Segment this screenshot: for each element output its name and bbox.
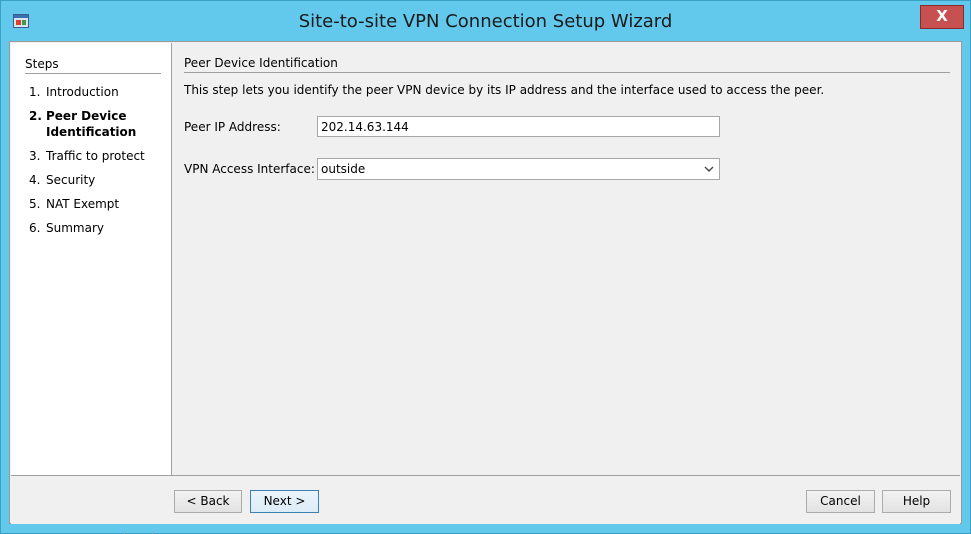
step-label: Traffic to protect xyxy=(46,149,145,163)
close-button[interactable]: X xyxy=(920,5,964,29)
vpn-interface-label: VPN Access Interface: xyxy=(184,162,315,176)
peer-ip-input[interactable] xyxy=(317,116,720,137)
step-nat-exempt: 5. NAT Exempt xyxy=(29,196,169,212)
step-traffic-to-protect: 3. Traffic to protect xyxy=(29,148,169,164)
step-description: This step lets you identify the peer VPN… xyxy=(184,83,825,97)
next-button[interactable]: Next > xyxy=(250,490,319,513)
step-introduction: 1. Introduction xyxy=(29,84,169,100)
steps-panel: Steps 1. Introduction 2. Peer Device Ident… xyxy=(11,43,172,475)
step-label: Security xyxy=(46,173,96,187)
help-button[interactable]: Help xyxy=(882,490,951,513)
chevron-down-icon[interactable] xyxy=(701,160,717,178)
button-bar: < Back Next > Cancel Help xyxy=(11,475,960,524)
step-label: Peer Device Identification xyxy=(46,109,137,139)
steps-heading: Steps xyxy=(25,57,161,74)
step-number: 5. xyxy=(29,197,41,211)
cancel-button[interactable]: Cancel xyxy=(806,490,875,513)
step-number: 2. xyxy=(29,109,42,123)
section-title: Peer Device Identification xyxy=(184,56,950,73)
step-summary: 6. Summary xyxy=(29,220,169,236)
window-title: Site-to-site VPN Connection Setup Wizard xyxy=(298,11,673,32)
step-number: 1. xyxy=(29,85,41,99)
step-number: 3. xyxy=(29,149,41,163)
vpn-interface-value: outside xyxy=(321,162,366,176)
step-label: NAT Exempt xyxy=(46,197,120,211)
step-number: 6. xyxy=(29,221,41,235)
wizard-window: Site-to-site VPN Connection Setup Wizard… xyxy=(0,0,971,534)
step-label: Introduction xyxy=(46,85,119,99)
wizard-body: Steps 1. Introduction 2. Peer Device Ident… xyxy=(9,41,962,524)
back-button[interactable]: < Back xyxy=(174,490,242,513)
step-content: Peer Device Identification This step let… xyxy=(172,43,961,475)
title-bar[interactable]: Site-to-site VPN Connection Setup Wizard… xyxy=(1,1,970,41)
step-security: 4. Security xyxy=(29,172,169,188)
step-peer-device-identification: 2. Peer Device Identification xyxy=(29,108,169,140)
step-label: Summary xyxy=(46,221,104,235)
vpn-interface-select[interactable]: outside xyxy=(317,158,720,180)
step-number: 4. xyxy=(29,173,41,187)
peer-ip-label: Peer IP Address: xyxy=(184,120,281,134)
